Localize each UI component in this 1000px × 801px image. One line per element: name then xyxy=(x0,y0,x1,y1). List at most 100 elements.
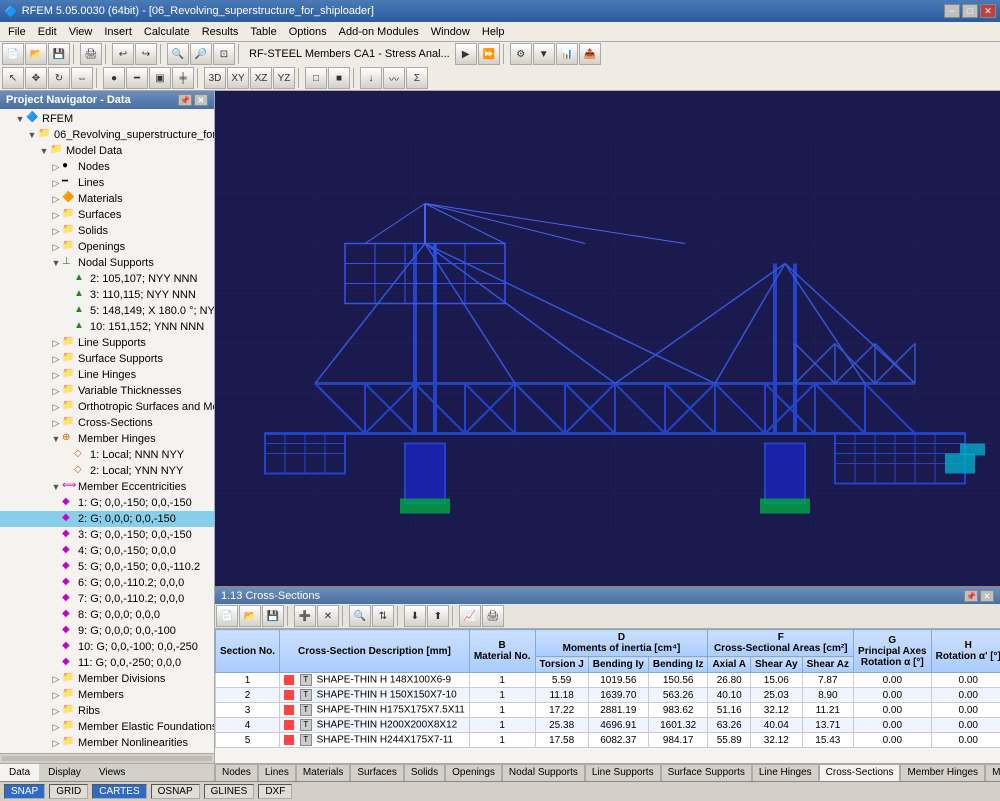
toolbar-zoom-in[interactable]: 🔍 xyxy=(167,43,189,65)
status-dxf[interactable]: DXF xyxy=(258,784,292,799)
menu-view[interactable]: View xyxy=(63,24,99,40)
tree-cross-sections[interactable]: ▷ 📁 Cross-Sections xyxy=(0,415,214,431)
viewport[interactable] xyxy=(215,91,1000,586)
toolbar-node[interactable]: ● xyxy=(103,67,125,89)
table-row-2[interactable]: 2 T SHAPE-THIN H 150X150X7-10 1 11.18 16… xyxy=(216,688,1000,703)
tree-ecc-6[interactable]: ◆ 6: G; 0,0,-110.2; 0,0,0 xyxy=(0,575,214,591)
toolbar-play[interactable]: ▶ xyxy=(455,43,477,65)
tree-hinge-2[interactable]: ◇ 2: Local; YNN NYY xyxy=(0,463,214,479)
bottom-tab-solids[interactable]: Solids xyxy=(404,764,445,781)
tree-surface-supports[interactable]: ▷ 📁 Surface Supports xyxy=(0,351,214,367)
nav-close-button[interactable]: ✕ xyxy=(194,94,208,106)
toolbar-mirror[interactable]: ⇔ xyxy=(71,67,93,89)
toolbar-member[interactable]: ╪ xyxy=(172,67,194,89)
toolbar-step[interactable]: ⏩ xyxy=(478,43,500,65)
bottom-tab-nodes[interactable]: Nodes xyxy=(215,764,258,781)
bt-open[interactable]: 📂 xyxy=(239,605,261,627)
status-snap[interactable]: SNAP xyxy=(4,784,45,799)
nav-pin-button[interactable]: 📌 xyxy=(178,94,192,106)
toolbar-view-xz[interactable]: XZ xyxy=(250,67,272,89)
table-row-5[interactable]: 5 T SHAPE-THIN H244X175X7-11 1 17.58 608… xyxy=(216,733,1000,748)
bottom-panel-pin[interactable]: 📌 xyxy=(964,590,978,602)
tree-nodal-supports[interactable]: ▼ ⊥ Nodal Supports xyxy=(0,255,214,271)
bottom-tab-lines[interactable]: Lines xyxy=(258,764,296,781)
minimize-button[interactable]: − xyxy=(944,4,960,18)
status-grid[interactable]: GRID xyxy=(49,784,88,799)
tree-member-hinges[interactable]: ▼ ⊕ Member Hinges xyxy=(0,431,214,447)
toolbar-redo[interactable]: ↪ xyxy=(135,43,157,65)
table-row-3[interactable]: 3 T SHAPE-THIN H175X175X7.5X11 1 17.22 2… xyxy=(216,703,1000,718)
tree-ecc-11[interactable]: ◆ 11: G; 0,0,-250; 0,0,0 xyxy=(0,655,214,671)
bt-sort[interactable]: ⇅ xyxy=(372,605,394,627)
toolbar-settings[interactable]: ⚙ xyxy=(510,43,532,65)
bottom-tab-line-hinges[interactable]: Line Hinges xyxy=(752,764,819,781)
tree-ecc-1[interactable]: ◆ 1: G; 0,0,-150; 0,0,-150 xyxy=(0,495,214,511)
tree-support-3[interactable]: ▲ 5: 148,149; X 180.0 °; NYY xyxy=(0,303,214,319)
bottom-tab-surfaces[interactable]: Surfaces xyxy=(350,764,403,781)
menu-window[interactable]: Window xyxy=(425,24,476,40)
tree-hinge-1[interactable]: ◇ 1: Local; NNN NYY xyxy=(0,447,214,463)
toolbar-report[interactable]: 📊 xyxy=(556,43,578,65)
table-row-4[interactable]: 4 T SHAPE-THIN H200X200X8X12 1 25.38 469… xyxy=(216,718,1000,733)
bottom-tab-nodal-supports[interactable]: Nodal Supports xyxy=(502,764,585,781)
menu-edit[interactable]: Edit xyxy=(32,24,63,40)
bottom-tab-surface-supports[interactable]: Surface Supports xyxy=(661,764,752,781)
toolbar-new[interactable]: 📄 xyxy=(2,43,24,65)
tree-rfem-root[interactable]: ▼ 🔷 RFEM xyxy=(0,111,214,127)
tree-project[interactable]: ▼ 📁 06_Revolving_superstructure_for_s xyxy=(0,127,214,143)
bt-filter[interactable]: 🔍 xyxy=(349,605,371,627)
menu-calculate[interactable]: Calculate xyxy=(138,24,196,40)
close-button[interactable]: ✕ xyxy=(980,4,996,18)
toolbar-move[interactable]: ✥ xyxy=(25,67,47,89)
nav-tab-display[interactable]: Display xyxy=(39,764,90,781)
toolbar-zoom-all[interactable]: ⊡ xyxy=(213,43,235,65)
toolbar-line[interactable]: ━ xyxy=(126,67,148,89)
bt-new[interactable]: 📄 xyxy=(216,605,238,627)
table-row-1[interactable]: 1 T SHAPE-THIN H 148X100X6-9 1 5.59 1019… xyxy=(216,673,1000,688)
nav-tab-views[interactable]: Views xyxy=(90,764,135,781)
tree-ecc-9[interactable]: ◆ 9: G; 0,0,0; 0,0,-100 xyxy=(0,623,214,639)
bottom-tab-materials[interactable]: Materials xyxy=(296,764,351,781)
toolbar-view-3d[interactable]: 3D xyxy=(204,67,226,89)
toolbar-surface[interactable]: ▣ xyxy=(149,67,171,89)
tree-ecc-7[interactable]: ◆ 7: G; 0,0,-110.2; 0,0,0 xyxy=(0,591,214,607)
tree-ecc-3[interactable]: ◆ 3: G; 0,0,-150; 0,0,-150 xyxy=(0,527,214,543)
tree-ribs[interactable]: ▷ 📁 Ribs xyxy=(0,703,214,719)
maximize-button[interactable]: □ xyxy=(962,4,978,18)
tree-surfaces[interactable]: ▷ 📁 Surfaces xyxy=(0,207,214,223)
bt-graph[interactable]: 📈 xyxy=(459,605,481,627)
menu-help[interactable]: Help xyxy=(476,24,511,40)
tree-openings[interactable]: ▷ 📁 Openings xyxy=(0,239,214,255)
toolbar-export[interactable]: 📤 xyxy=(579,43,601,65)
tree-support-4[interactable]: ▲ 10: 151,152; YNN NNN xyxy=(0,319,214,335)
toolbar-zoom-out[interactable]: 🔎 xyxy=(190,43,212,65)
toolbar-solid[interactable]: ■ xyxy=(328,67,350,89)
bottom-tab-member-hinges[interactable]: Member Hinges xyxy=(900,764,985,781)
tree-orthotropic[interactable]: ▷ 📁 Orthotropic Surfaces and Me xyxy=(0,399,214,415)
tree-member-divisions[interactable]: ▷ 📁 Member Divisions xyxy=(0,671,214,687)
nav-tab-data[interactable]: Data xyxy=(0,764,39,781)
tree-support-2[interactable]: ▲ 3: 110,115; NYY NNN xyxy=(0,287,214,303)
tree-ecc-10[interactable]: ◆ 10: G; 0,0,-100; 0,0,-250 xyxy=(0,639,214,655)
toolbar-rotate[interactable]: ↻ xyxy=(48,67,70,89)
bottom-tab-openings[interactable]: Openings xyxy=(445,764,502,781)
toolbar-open[interactable]: 📂 xyxy=(25,43,47,65)
bt-del[interactable]: ✕ xyxy=(317,605,339,627)
bt-print[interactable]: 🖨 xyxy=(482,605,504,627)
tree-members[interactable]: ▷ 📁 Members xyxy=(0,687,214,703)
tree-lines[interactable]: ▷ ━ Lines xyxy=(0,175,214,191)
bt-import[interactable]: ⬇ xyxy=(404,605,426,627)
tree-model-data[interactable]: ▼ 📁 Model Data xyxy=(0,143,214,159)
menu-file[interactable]: File xyxy=(2,24,32,40)
tree-member-nonlin[interactable]: ▷ 📁 Member Nonlinearities xyxy=(0,735,214,751)
tree-solids[interactable]: ▷ 📁 Solids xyxy=(0,223,214,239)
toolbar-deform[interactable]: 〰 xyxy=(383,67,405,89)
bottom-tab-cross-sections[interactable]: Cross-Sections xyxy=(819,764,901,781)
menu-results[interactable]: Results xyxy=(196,24,245,40)
tree-line-supports[interactable]: ▷ 📁 Line Supports xyxy=(0,335,214,351)
toolbar-undo[interactable]: ↩ xyxy=(112,43,134,65)
tree-ecc-4[interactable]: ◆ 4: G; 0,0,-150; 0,0,0 xyxy=(0,543,214,559)
toolbar-select[interactable]: ↖ xyxy=(2,67,24,89)
tree-line-hinges[interactable]: ▷ 📁 Line Hinges xyxy=(0,367,214,383)
tree-member-eccentricities[interactable]: ▼ ⟺ Member Eccentricities xyxy=(0,479,214,495)
